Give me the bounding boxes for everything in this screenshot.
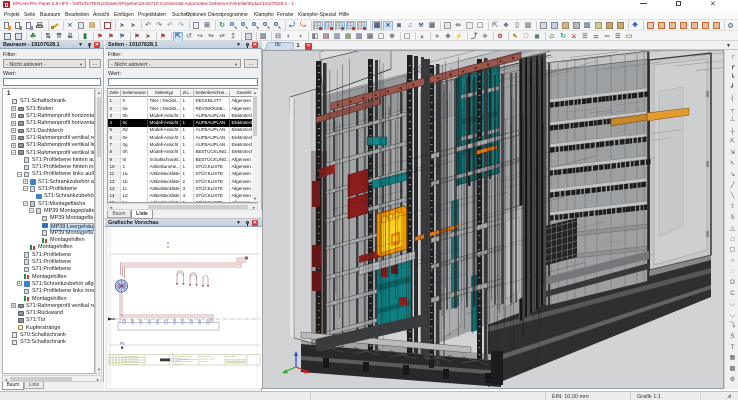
svg-text:xxxxx xxx: xxxxx xxx [200, 361, 209, 363]
svg-text:xxxxx xxxx: xxxxx xxxx [174, 363, 184, 365]
svg-text:PE: PE [120, 342, 125, 346]
svg-text:xxxx xxxxx: xxxx xxxxx [226, 356, 236, 358]
svg-text:xxxx xxxxx xxxx: xxxx xxxxx xxxx [124, 364, 138, 366]
